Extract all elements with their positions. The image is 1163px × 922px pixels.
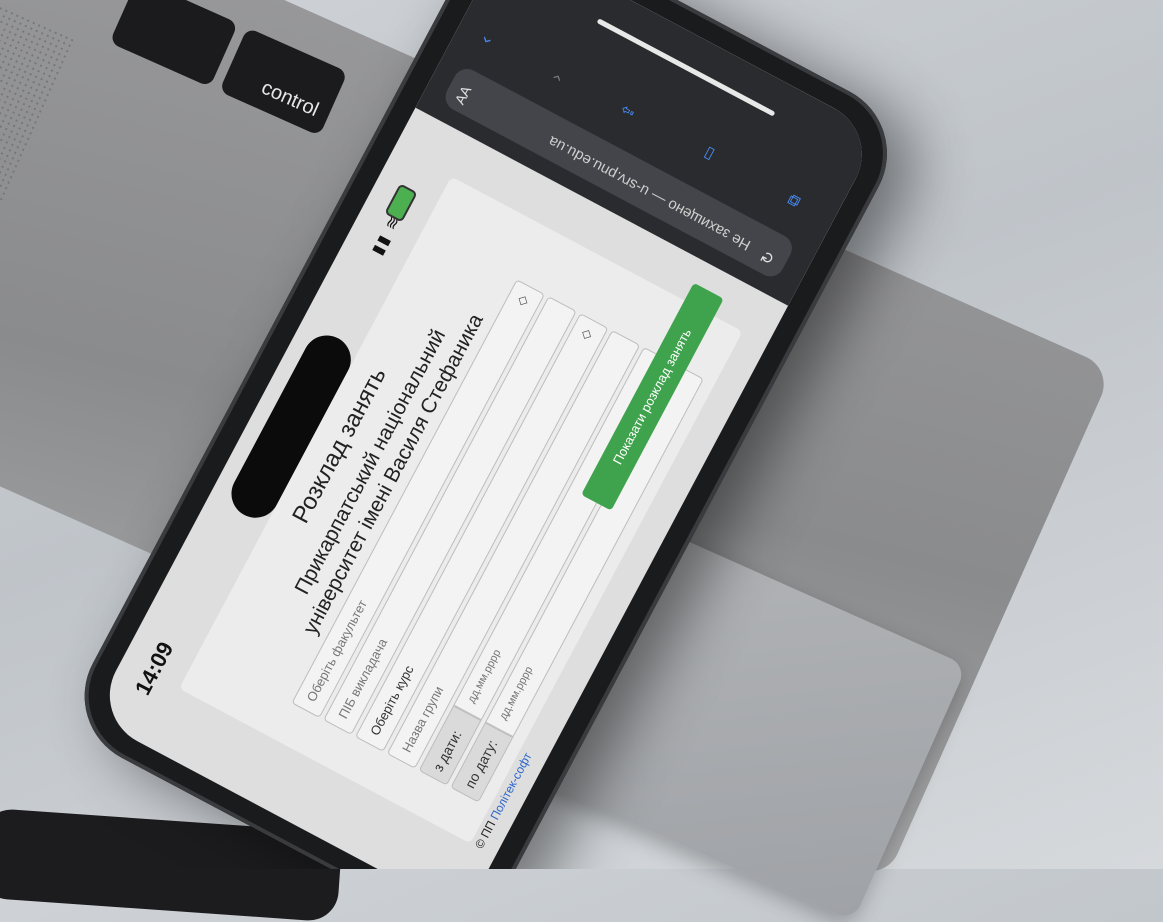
chevron-left-icon[interactable]: ‹ [475, 32, 496, 47]
book-icon[interactable]: ▭ [696, 142, 721, 165]
chevron-updown-icon: ◇ [513, 292, 531, 309]
share-icon[interactable]: ⇪ [617, 101, 641, 122]
chevron-right-icon[interactable]: › [546, 70, 567, 85]
tabs-icon[interactable]: ⧉ [784, 192, 805, 211]
phone-stage: 14:09 ▮▮ ≋ Розклад занять Прикарпатський… [0, 0, 1163, 869]
phone: 14:09 ▮▮ ≋ Розклад занять Прикарпатський… [60, 0, 912, 869]
clock: 14:09 [129, 637, 179, 700]
chevron-updown-icon: ◇ [576, 326, 595, 342]
phone-screen: 14:09 ▮▮ ≋ Розклад занять Прикарпатський… [91, 0, 881, 869]
